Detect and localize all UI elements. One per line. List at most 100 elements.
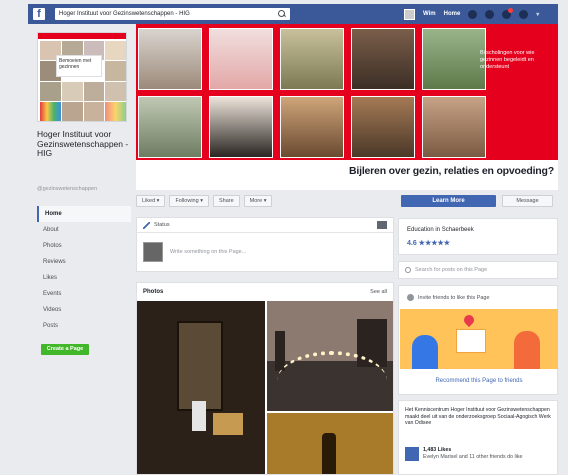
cover-photo-tile xyxy=(209,96,273,158)
photo-thumbnail[interactable] xyxy=(137,301,265,474)
cover-photo-tile xyxy=(138,96,202,158)
nav-item-about[interactable]: About xyxy=(37,222,131,238)
search-input[interactable]: Hoger Instituut voor Gezinswetenschappen… xyxy=(55,8,290,20)
likes-friends[interactable]: Evelyn Marisel and 11 other friends do l… xyxy=(423,454,522,460)
status-tab[interactable]: Status xyxy=(154,222,170,228)
top-bar: f Hoger Instituut voor Gezinswetenschapp… xyxy=(28,4,558,24)
search-value: Hoger Instituut voor Gezinswetenschappen… xyxy=(59,11,190,17)
invite-friends-card: Invite friends to like this Page Recomme… xyxy=(398,285,558,395)
status-input[interactable]: Write something on this Page... xyxy=(170,249,246,255)
page-search-card[interactable]: Search for posts on this Page xyxy=(398,261,558,279)
page-rating[interactable]: 4.6 ★★★★★ xyxy=(407,239,450,247)
thumbs-up-icon xyxy=(405,447,419,461)
nav-item-reviews[interactable]: Reviews xyxy=(37,254,131,270)
photos-title[interactable]: Photos xyxy=(143,289,163,295)
cover-photo-tile xyxy=(351,96,415,158)
nav-item-photos[interactable]: Photos xyxy=(37,238,131,254)
notifications-icon[interactable] xyxy=(502,7,514,19)
profile-tile xyxy=(40,81,61,101)
home-link[interactable]: Home xyxy=(444,11,461,17)
page-info-card: Education in Schaerbeek 4.6 ★★★★★ xyxy=(398,218,558,255)
person-shape xyxy=(514,331,540,369)
invite-title: Invite friends to like this Page xyxy=(418,294,490,301)
avatar xyxy=(143,242,163,262)
invite-illustration xyxy=(400,309,558,369)
person-shape xyxy=(412,335,438,369)
account-menu-chevron-icon[interactable]: ▾ xyxy=(536,11,539,18)
profile-picture-card-text: Bemoeien met gezinnen xyxy=(56,55,102,77)
profile-tile xyxy=(83,81,105,101)
photo-thumbnail[interactable] xyxy=(267,413,393,474)
pencil-icon xyxy=(143,221,150,229)
house-icon xyxy=(456,329,486,353)
likes-count[interactable]: 1,483 Likes xyxy=(423,447,451,453)
cover-photo-tile xyxy=(351,28,415,90)
facebook-logo-icon[interactable]: f xyxy=(33,8,45,20)
avatar[interactable] xyxy=(404,8,415,20)
about-text: Het Kenniscentrum Hoger Instituut voor G… xyxy=(405,407,551,426)
cover-photo-grid xyxy=(138,28,488,160)
liked-button[interactable]: Liked ▾ xyxy=(136,195,166,207)
cover-photo-tile xyxy=(422,96,486,158)
messages-icon[interactable] xyxy=(485,9,495,19)
following-button[interactable]: Following ▾ xyxy=(169,195,209,207)
profile-tile xyxy=(61,101,83,121)
page-handle[interactable]: @gezinswetenschappen xyxy=(37,186,97,192)
profile-picture-strip xyxy=(38,33,126,39)
page-title[interactable]: Hoger Instituut voor Gezinswetenschappen… xyxy=(37,129,131,159)
nav-item-posts[interactable]: Posts xyxy=(37,318,131,334)
profile-tile xyxy=(40,101,61,121)
cover-photo-tile xyxy=(209,28,273,90)
about-card: Het Kenniscentrum Hoger Instituut voor G… xyxy=(398,400,558,475)
page-search-input[interactable]: Search for posts on this Page xyxy=(415,267,487,273)
lamp-shape xyxy=(213,413,243,435)
profile-tile xyxy=(105,41,126,61)
nav-item-home[interactable]: Home xyxy=(37,206,131,222)
cover-photo-tile xyxy=(138,28,202,90)
profile-tile xyxy=(105,101,126,121)
message-button[interactable]: Message xyxy=(502,195,553,207)
status-composer: Status Write something on this Page... xyxy=(136,217,394,272)
page-action-bar: Liked ▾ Following ▾ Share More ▾ Learn M… xyxy=(136,190,558,212)
page-nav: Home About Photos Reviews Likes Events V… xyxy=(37,206,131,334)
invite-header: Invite friends to like this Page xyxy=(407,294,490,301)
shop-window-shape xyxy=(177,321,223,411)
cover-photo[interactable]: Bijscholingen voor wie gezinnen begeleid… xyxy=(136,24,558,190)
search-icon xyxy=(405,267,411,273)
page-category[interactable]: Education in Schaerbeek xyxy=(407,227,474,233)
cover-photo-tile xyxy=(422,28,486,90)
photos-header: Photos See all xyxy=(137,283,393,301)
profile-tile xyxy=(105,61,126,81)
heart-icon xyxy=(461,312,477,328)
cover-side-text: Bijscholingen voor wie gezinnen begeleid… xyxy=(480,50,535,70)
recommend-page-link[interactable]: Recommend this Page to friends xyxy=(399,378,559,384)
nav-item-events[interactable]: Events xyxy=(37,286,131,302)
share-button[interactable]: Share xyxy=(212,195,240,207)
help-icon[interactable] xyxy=(519,9,529,19)
likes-text: 1,483 Likes Evelyn Marisel and 11 other … xyxy=(423,447,522,460)
left-sidebar: Bemoeien met gezinnen Hoger Instituut vo… xyxy=(28,24,131,475)
cover-tagline: Bijleren over gezin, relaties en opvoedi… xyxy=(349,165,554,177)
friend-requests-icon[interactable] xyxy=(468,9,478,19)
likes-row: 1,483 Likes Evelyn Marisel and 11 other … xyxy=(405,447,522,461)
profile-picture[interactable]: Bemoeien met gezinnen xyxy=(37,32,127,122)
create-page-button[interactable]: Create a Page xyxy=(41,344,89,355)
photo-thumbnail[interactable] xyxy=(267,301,393,411)
more-button[interactable]: More ▾ xyxy=(243,195,273,207)
sign-shape xyxy=(192,401,206,431)
nav-item-likes[interactable]: Likes xyxy=(37,270,131,286)
profile-tile xyxy=(105,81,126,101)
nav-item-videos[interactable]: Videos xyxy=(37,302,131,318)
post-as-menu-icon[interactable] xyxy=(377,221,387,229)
add-friend-icon xyxy=(407,294,414,301)
learn-more-button[interactable]: Learn More xyxy=(401,195,496,207)
cover-photo-tile xyxy=(280,96,344,158)
see-all-link[interactable]: See all xyxy=(370,289,387,295)
user-name-link[interactable]: Wim xyxy=(423,11,436,17)
top-bar-right: Wim Home ▾ xyxy=(404,4,539,24)
profile-picture-tiles xyxy=(40,41,126,121)
browser-frame: f Hoger Instituut voor Gezinswetenschapp… xyxy=(0,0,568,475)
status-header: Status xyxy=(137,218,393,233)
bridge-lights-shape xyxy=(277,351,387,411)
search-icon[interactable] xyxy=(278,10,286,18)
